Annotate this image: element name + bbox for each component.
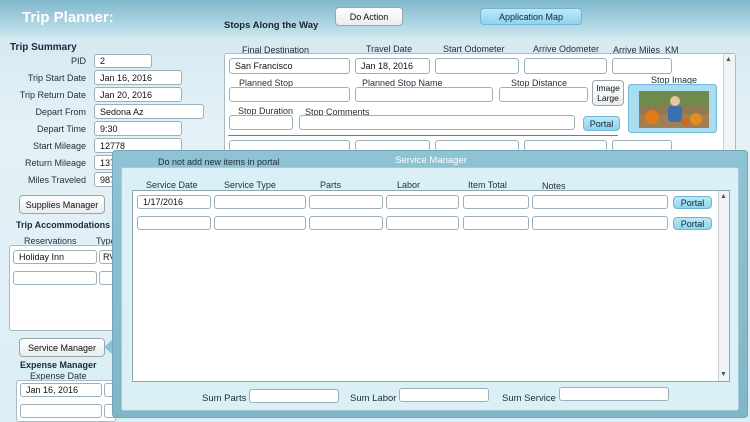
service-type-field[interactable] — [214, 216, 306, 230]
stop-distance-field[interactable] — [499, 87, 588, 102]
service-row-portal-button[interactable]: Portal — [673, 217, 712, 230]
sum-service-label: Sum Service — [502, 393, 556, 404]
service-manager-body: Service Date Service Type Parts Labor It… — [121, 167, 739, 411]
trip-start-date-label: Trip Start Date — [27, 73, 86, 83]
item-total-field[interactable] — [463, 216, 529, 230]
scroll-up-icon[interactable]: ▲ — [725, 56, 732, 63]
pid-field[interactable]: 2 — [94, 54, 152, 68]
parts-field[interactable] — [309, 216, 383, 230]
stops-scrollbar[interactable] — [723, 54, 735, 152]
expense-manager-title: Expense Manager — [20, 360, 97, 370]
arrive-odometer-field[interactable] — [524, 58, 607, 74]
expense-date-field[interactable]: Jan 16, 2016 — [20, 383, 102, 397]
service-date-field[interactable] — [137, 216, 211, 230]
stop-duration-field[interactable] — [229, 115, 293, 130]
scroll-up-icon[interactable]: ▲ — [720, 193, 727, 200]
application-map-button[interactable]: Application Map — [480, 8, 582, 25]
service-manager-button[interactable]: Service Manager — [19, 338, 105, 357]
trip-return-date-label: Trip Return Date — [19, 90, 86, 100]
miles-traveled-label: Miles Traveled — [27, 175, 86, 185]
reservation-field[interactable]: Holiday Inn — [13, 250, 97, 264]
expense-date-field[interactable] — [20, 404, 102, 418]
trip-return-date-field[interactable]: Jan 20, 2016 — [94, 87, 182, 102]
sum-service-field[interactable] — [559, 387, 669, 401]
pid-label: PID — [70, 56, 86, 66]
sum-labor-field[interactable] — [399, 388, 489, 402]
arrive-miles-km-field[interactable] — [612, 58, 672, 74]
stops-heading: Stops Along the Way — [224, 20, 319, 31]
stop-image-frame[interactable] — [628, 84, 717, 133]
service-type-column-label: Service Type — [224, 180, 276, 190]
parts-column-label: Parts — [320, 180, 342, 190]
reservation-field[interactable] — [13, 271, 97, 285]
planned-stop-field[interactable] — [229, 87, 350, 102]
do-action-button[interactable]: Do Action — [335, 7, 403, 26]
depart-time-label: Depart Time — [36, 124, 86, 134]
supplies-manager-button[interactable]: Supplies Manager — [19, 195, 105, 214]
stop-comments-field[interactable] — [299, 115, 575, 130]
item-total-column-label: Item Total — [468, 180, 507, 190]
travel-date-field[interactable]: Jan 18, 2016 — [355, 58, 430, 74]
return-mileage-label: Return Mileage — [24, 158, 86, 168]
service-scrollbar[interactable] — [718, 191, 729, 381]
service-date-field[interactable]: 1/17/2016 — [137, 195, 211, 209]
service-date-column-label: Service Date — [146, 180, 198, 190]
image-large-button[interactable]: Image Large — [592, 80, 624, 106]
notes-field[interactable] — [532, 195, 668, 209]
planned-stop-name-field[interactable] — [355, 87, 493, 102]
service-type-field[interactable] — [214, 195, 306, 209]
item-total-field[interactable] — [463, 195, 529, 209]
sum-parts-label: Sum Parts — [202, 393, 247, 404]
notes-field[interactable] — [532, 216, 668, 230]
portal-row-divider — [228, 135, 618, 136]
scroll-down-icon[interactable]: ▼ — [720, 371, 727, 378]
depart-from-field[interactable]: Sedona Az — [94, 104, 204, 119]
service-manager-popover: Service Manager Service Date Service Typ… — [112, 150, 748, 418]
labor-field[interactable] — [386, 216, 459, 230]
final-destination-field[interactable]: San Francisco — [229, 58, 350, 74]
stop-portal-button[interactable]: Portal — [583, 116, 620, 131]
stop-image-photo — [639, 91, 709, 128]
trip-accommodations-title: Trip Accommodations — [16, 220, 111, 230]
service-row-portal-button[interactable]: Portal — [673, 196, 712, 209]
start-mileage-label: Start Mileage — [32, 141, 86, 151]
app-title: Trip Planner: — [22, 9, 114, 26]
sum-parts-field[interactable] — [249, 389, 339, 403]
depart-from-label: Depart From — [35, 107, 86, 117]
labor-column-label: Labor — [397, 180, 421, 190]
portal-note: Do not add new items in portal — [158, 157, 280, 167]
depart-time-field[interactable]: 9:30 — [94, 121, 182, 136]
labor-field[interactable] — [386, 195, 459, 209]
trip-summary-title: Trip Summary — [10, 42, 77, 53]
trip-start-date-field[interactable]: Jan 16, 2016 — [94, 70, 182, 85]
sum-labor-label: Sum Labor — [350, 393, 397, 404]
start-odometer-field[interactable] — [435, 58, 519, 74]
parts-field[interactable] — [309, 195, 383, 209]
popover-pointer — [104, 340, 112, 354]
